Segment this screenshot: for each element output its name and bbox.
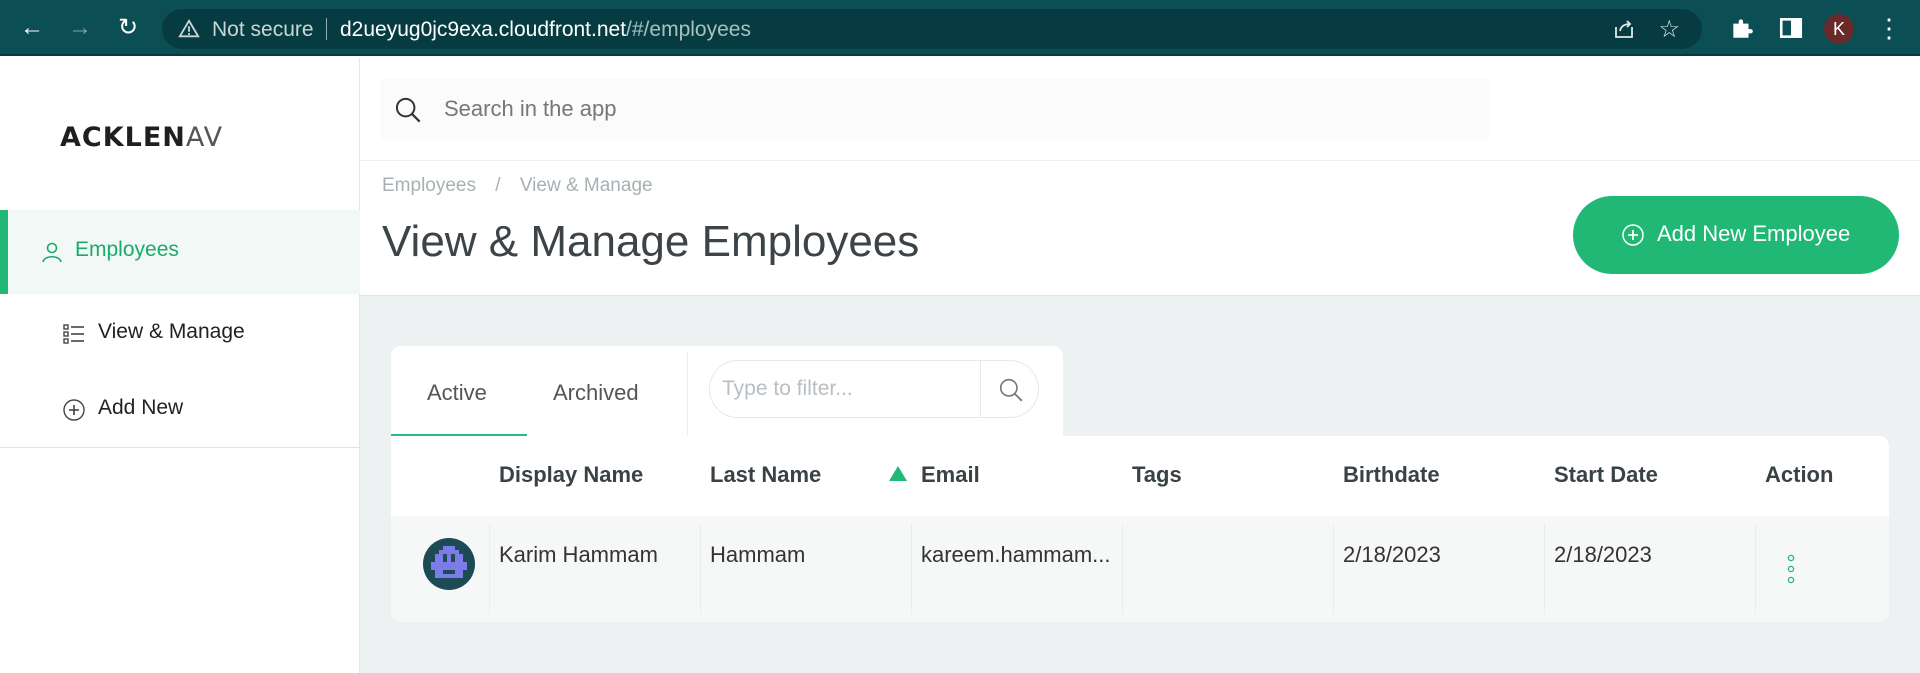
sidebar-item-label: Add New	[98, 396, 184, 419]
profile-avatar[interactable]: K	[1824, 14, 1854, 44]
sidebar-item-label: View & Manage	[98, 320, 245, 343]
sidebar-item-add-new[interactable]: Add New	[0, 368, 360, 452]
tab-label: Active	[427, 380, 487, 405]
employees-table: Display Name Last Name Email Tags Birthd…	[391, 436, 1889, 622]
not-secure-label[interactable]: Not secure	[212, 18, 314, 42]
breadcrumb: Employees / View & Manage	[382, 175, 667, 197]
url-host: d2ueyug0jc9exa.cloudfront.net	[340, 18, 627, 41]
warning-icon	[178, 18, 200, 38]
column-header-email[interactable]: Email	[921, 462, 980, 488]
cell-email: kareem.hammam...	[921, 542, 1111, 567]
sidebar-item-employees[interactable]: Employees	[0, 210, 360, 294]
browser-toolbar: ← → ↻ Not secure d2ueyug0jc9exa.cloudfro…	[0, 0, 1920, 56]
list-icon	[63, 324, 84, 344]
add-new-employee-button[interactable]: Add New Employee	[1573, 196, 1899, 274]
sidebar: ACKLENAV Employees View & Manage Add New	[0, 58, 360, 673]
bookmark-star-icon[interactable]: ☆	[1658, 15, 1680, 44]
cell-divider	[911, 524, 912, 614]
extensions-puzzle-icon[interactable]	[1729, 15, 1755, 41]
filter-input[interactable]	[722, 375, 972, 403]
user-icon	[42, 242, 62, 263]
logo-text-fade: AV	[185, 122, 224, 153]
browser-menu-icon[interactable]: ⋮	[1876, 12, 1902, 44]
column-header-start-date[interactable]: Start Date	[1554, 462, 1658, 488]
column-header-action: Action	[1765, 462, 1834, 487]
filter-divider	[980, 361, 981, 417]
tabs-panel: Active Archived	[391, 346, 1063, 436]
more-actions-icon[interactable]	[1786, 554, 1796, 584]
reload-icon[interactable]: ↻	[112, 12, 144, 44]
back-arrow-icon[interactable]: ←	[16, 12, 48, 44]
avatar	[423, 538, 475, 590]
breadcrumb-separator: /	[495, 175, 501, 196]
page-header: Employees / View & Manage View & Manage …	[360, 160, 1920, 296]
sidebar-divider	[0, 447, 360, 448]
add-button-label: Add New Employee	[1657, 221, 1851, 246]
breadcrumb-view-manage: View & Manage	[519, 175, 653, 196]
cell-start-date: 2/18/2023	[1554, 542, 1652, 567]
sort-ascending-icon[interactable]	[889, 466, 907, 481]
address-divider	[326, 18, 327, 40]
cell-divider	[1122, 524, 1123, 614]
logo-text: ACKLEN	[60, 122, 186, 153]
cell-divider	[489, 524, 490, 614]
avatar-pixel-icon	[431, 546, 467, 578]
table-header: Display Name Last Name Email Tags Birthd…	[391, 436, 1889, 516]
plus-circle-icon	[63, 399, 85, 421]
url-text[interactable]: d2ueyug0jc9exa.cloudfront.net/#/employee…	[340, 18, 751, 42]
acklen-logo[interactable]: ACKLENAV	[60, 122, 223, 153]
app-search	[380, 78, 1490, 140]
cell-display-name: Karim Hammam	[499, 542, 658, 567]
cell-divider	[1333, 524, 1334, 614]
plus-circle-icon	[1622, 224, 1644, 246]
column-header-birthdate[interactable]: Birthdate	[1343, 462, 1440, 488]
cell-divider	[1755, 524, 1756, 614]
column-header-tags[interactable]: Tags	[1132, 462, 1182, 488]
table-row[interactable]: Karim Hammam Hammam kareem.hammam... 2/1…	[391, 516, 1889, 622]
url-path: /#/employees	[626, 18, 751, 41]
share-icon[interactable]	[1612, 17, 1636, 41]
breadcrumb-employees[interactable]: Employees	[382, 175, 476, 196]
column-header-display-name[interactable]: Display Name	[499, 462, 643, 488]
tab-active[interactable]: Active	[391, 346, 527, 436]
cell-divider	[1544, 524, 1545, 614]
page-title: View & Manage Employees	[382, 217, 920, 266]
forward-arrow-icon[interactable]: →	[64, 12, 96, 44]
search-icon	[395, 97, 421, 123]
address-bar[interactable]: Not secure d2ueyug0jc9exa.cloudfront.net…	[162, 9, 1702, 49]
cell-divider	[700, 524, 701, 614]
search-input[interactable]	[444, 92, 1464, 126]
side-panel-icon[interactable]	[1778, 15, 1804, 41]
tab-divider	[687, 352, 688, 436]
app-topbar	[360, 58, 1920, 160]
content-area: Active Archived Display Name Last Name E…	[360, 296, 1920, 673]
tab-label: Archived	[553, 380, 639, 405]
search-icon[interactable]	[998, 377, 1024, 403]
cell-last-name: Hammam	[710, 542, 806, 567]
filter-box	[709, 360, 1039, 418]
tab-archived[interactable]: Archived	[527, 346, 687, 436]
sidebar-item-label: Employees	[75, 238, 179, 261]
sidebar-item-view-manage[interactable]: View & Manage	[0, 292, 360, 376]
cell-birthdate: 2/18/2023	[1343, 542, 1441, 567]
active-indicator	[0, 210, 8, 294]
column-header-last-name[interactable]: Last Name	[710, 462, 821, 488]
